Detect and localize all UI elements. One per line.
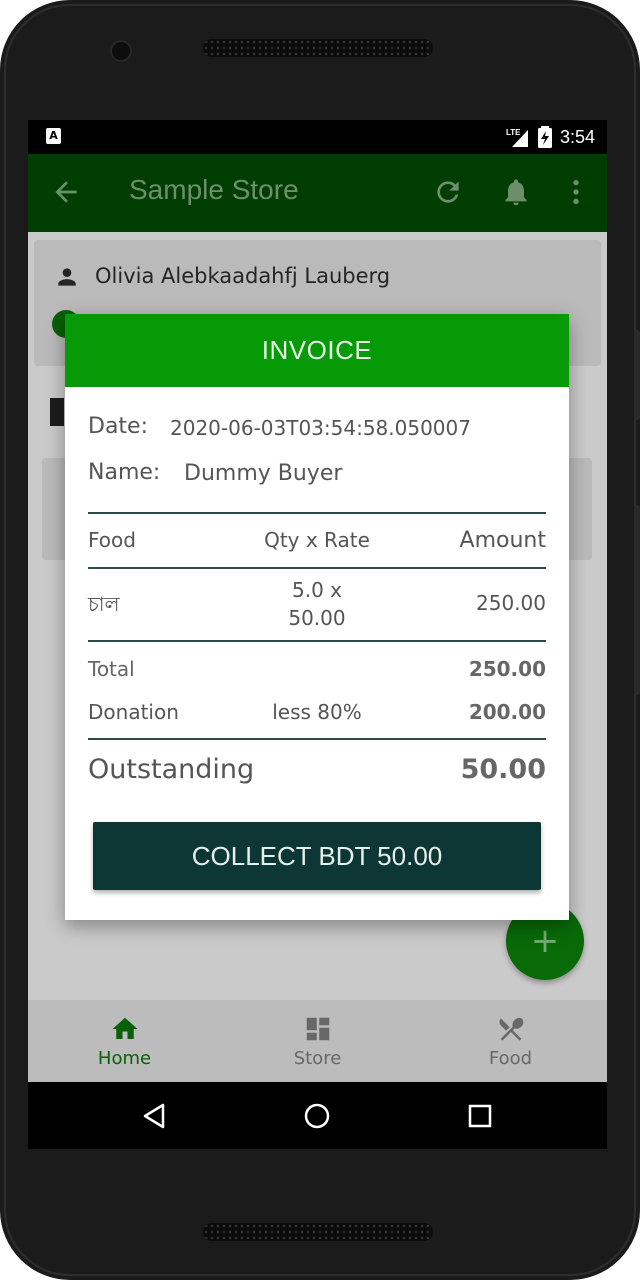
lte-signal-icon: LTE <box>506 128 528 147</box>
column-header-qty-rate: Qty x Rate <box>264 528 370 552</box>
divider <box>88 738 546 740</box>
app-bar: Sample Store <box>28 154 607 232</box>
invoice-dialog: INVOICE Date: 2020-06-03T03:54:58.050007… <box>65 314 569 920</box>
status-bar: A LTE 3:54 <box>28 120 607 154</box>
donation-value: 200.00 <box>468 700 546 724</box>
outstanding-value: 50.00 <box>460 754 546 785</box>
refresh-icon[interactable] <box>432 176 464 208</box>
power-button <box>634 505 640 695</box>
column-header-amount: Amount <box>459 528 546 553</box>
bell-icon[interactable] <box>500 176 532 208</box>
total-label: Total <box>88 657 135 681</box>
collect-button[interactable]: COLLECT BDT 50.00 <box>93 822 541 890</box>
back-arrow-icon[interactable] <box>50 176 82 208</box>
divider <box>88 567 546 569</box>
phone-frame: A LTE 3:54 Sample Store Olivia Alebkaada… <box>0 0 640 1280</box>
item-qty: 5.0 x <box>292 578 342 602</box>
outstanding-label: Outstanding <box>88 754 255 785</box>
item-food: চাল <box>88 592 120 616</box>
front-camera <box>110 40 132 62</box>
donation-label: Donation <box>88 700 179 724</box>
volume-button <box>634 330 640 420</box>
donation-note: less 80% <box>272 700 362 724</box>
item-amount: 250.00 <box>476 591 546 615</box>
system-nav-bar <box>28 1082 607 1149</box>
battery-charging-icon <box>537 126 552 148</box>
system-back-icon[interactable] <box>141 1102 169 1130</box>
lte-label: LTE <box>506 128 521 137</box>
system-recents-icon[interactable] <box>467 1103 493 1129</box>
column-header-food: Food <box>88 528 136 552</box>
more-vert-icon[interactable] <box>560 176 592 208</box>
item-rate: 50.00 <box>288 606 346 630</box>
date-label: Date: <box>88 414 148 439</box>
name-label: Name: <box>88 460 161 485</box>
status-right: LTE 3:54 <box>506 124 595 150</box>
divider <box>88 512 546 514</box>
invoice-title: INVOICE <box>65 314 569 387</box>
total-value: 250.00 <box>468 657 546 681</box>
clock: 3:54 <box>559 126 595 147</box>
name-value: Dummy Buyer <box>184 461 343 486</box>
earpiece-speaker <box>203 39 433 57</box>
bottom-speaker <box>203 1223 433 1241</box>
divider <box>88 640 546 642</box>
date-value: 2020-06-03T03:54:58.050007 <box>170 416 471 440</box>
notification-icon: A <box>46 128 61 144</box>
screen: A LTE 3:54 Sample Store Olivia Alebkaada… <box>28 120 607 1149</box>
system-home-icon[interactable] <box>303 1102 331 1130</box>
app-title: Sample Store <box>129 174 299 205</box>
